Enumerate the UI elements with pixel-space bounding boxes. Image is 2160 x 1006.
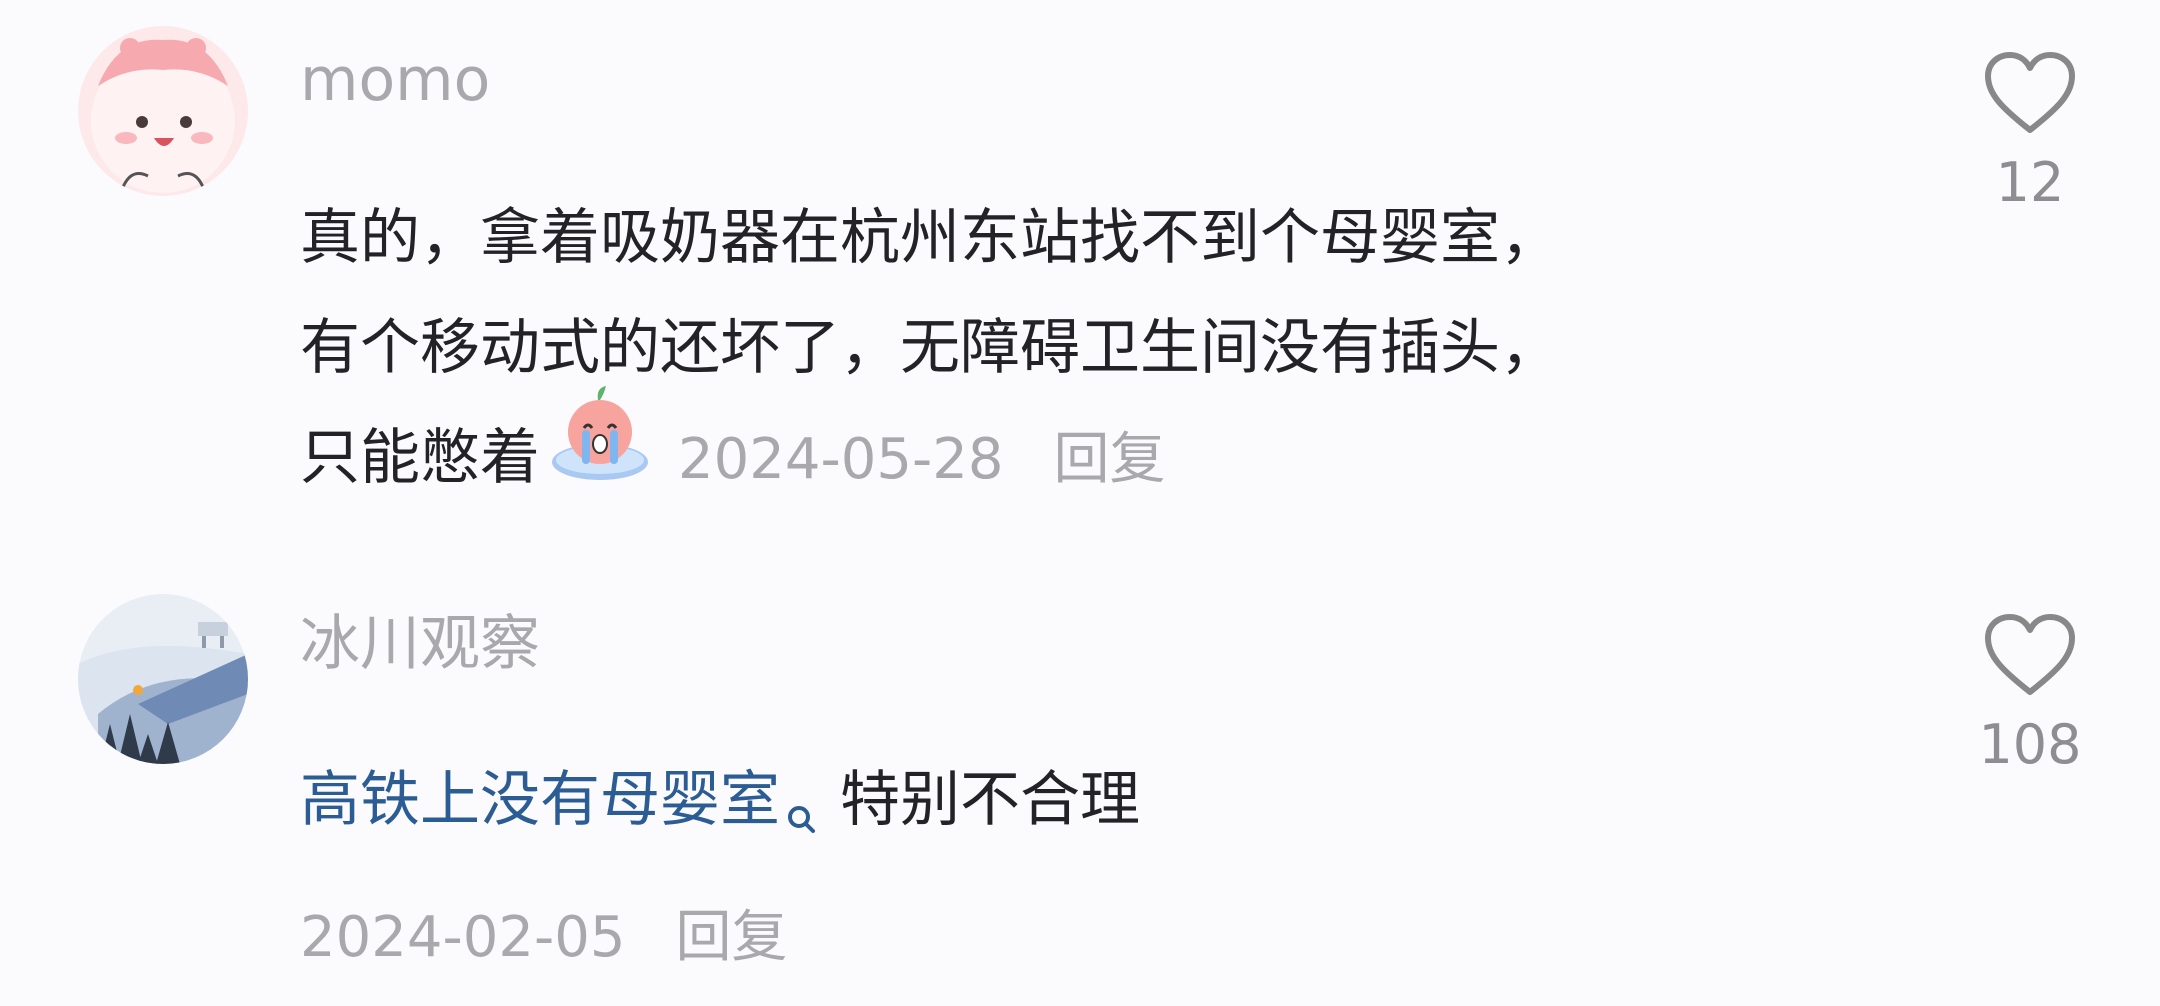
reply-button[interactable]: 回复 [675,905,787,970]
snowy-landscape-avatar-icon [78,594,248,764]
comment-text: 真的，拿着吸奶器在杭州东站找不到个母婴室， 有个移动式的还坏了，无障碍卫生间没有… [300,183,1560,517]
like-button[interactable]: 12 [1960,50,2100,210]
comment-meta: 2024-02-05 回复 [300,892,787,973]
comment-line: 只能憋着 [300,423,540,493]
comment-date: 2024-05-28 [678,427,1004,492]
comment-line: 有个移动式的还坏了，无障碍卫生间没有插头， [300,313,1560,383]
reply-button[interactable]: 回复 [1053,427,1165,492]
heart-icon [1960,612,2100,698]
comment-text-tail: 特别不合理 [840,765,1140,835]
crying-emoji-icon [548,382,652,517]
comment-line: 真的，拿着吸奶器在杭州东站找不到个母婴室， [300,203,1560,273]
search-icon[interactable] [786,759,816,869]
avatar[interactable] [78,594,248,764]
like-button[interactable]: 108 [1960,612,2100,772]
heart-icon [1960,50,2100,136]
pink-character-avatar-icon [78,26,248,196]
like-count: 12 [1995,151,2065,214]
username[interactable]: 冰川观察 [300,614,540,674]
like-count: 108 [1978,713,2082,776]
avatar[interactable] [78,26,248,196]
username[interactable]: momo [300,50,490,110]
comment-last-line: 只能憋着 2024-05-28 回复 [300,385,1560,517]
comment-text: 高铁上没有母婴室 特别不合理 [300,745,1140,869]
search-link[interactable]: 高铁上没有母婴室 [300,765,780,835]
comment-date: 2024-02-05 [300,905,626,970]
